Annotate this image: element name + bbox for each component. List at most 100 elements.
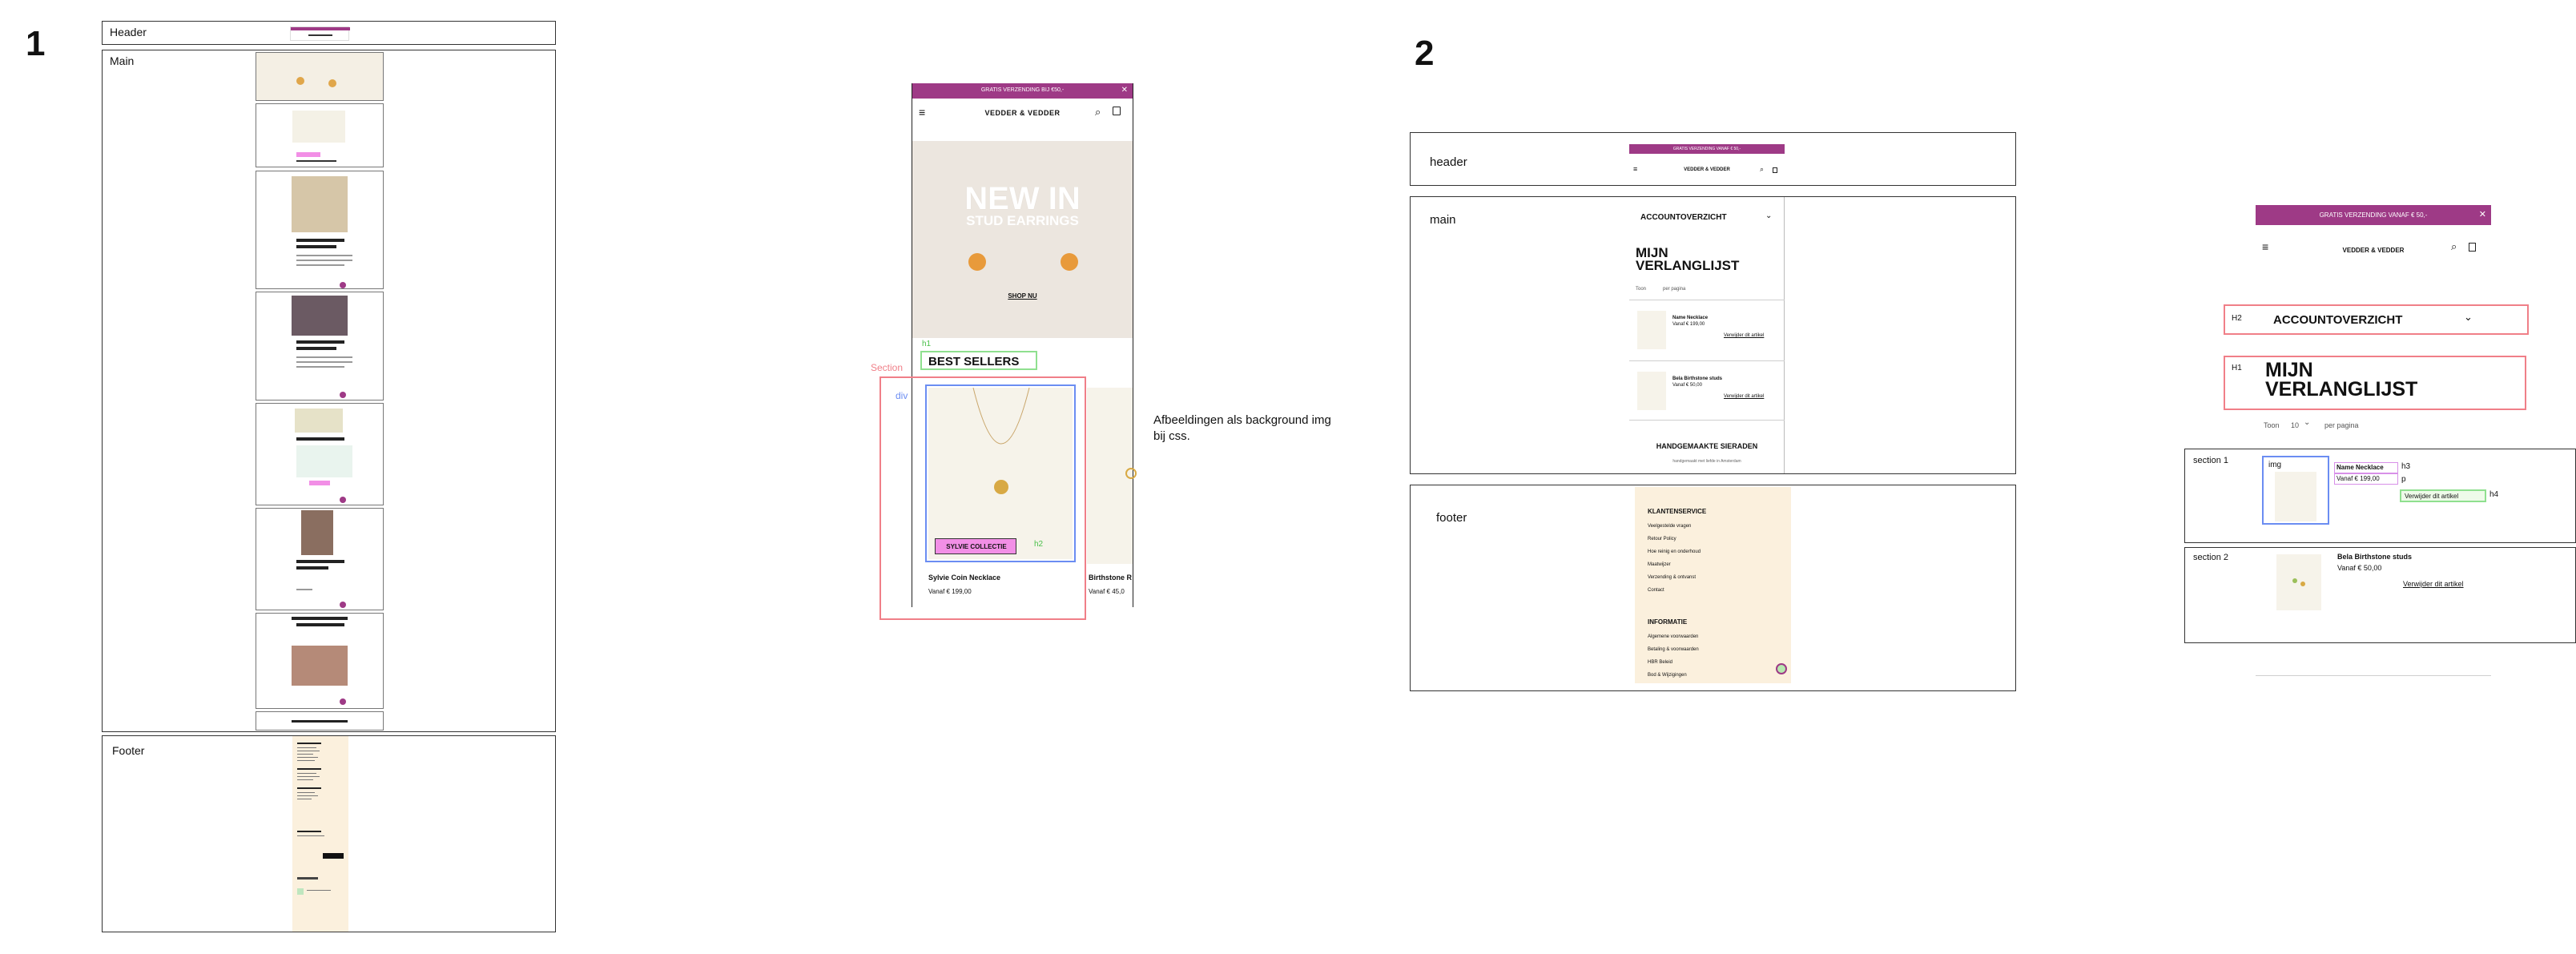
- main-thumb-bestsellers: [256, 103, 384, 167]
- footer2-service-5[interactable]: Contact: [1648, 588, 1664, 593]
- hero-banner: NEW IN STUD EARRINGS SHOP NU: [912, 141, 1133, 338]
- detail-item2-remove[interactable]: Verwijder dit artikel: [2403, 580, 2464, 588]
- header2-bag-icon[interactable]: [1773, 167, 1777, 173]
- wireframe2-header-box: header GRATIS VERZENDING VANAF € 50,- ≡ …: [1410, 132, 2016, 186]
- main2-handmade: HANDGEMAAKTE SIERADEN: [1656, 442, 1758, 450]
- shop-now-link[interactable]: SHOP NU: [912, 292, 1133, 300]
- footer2-info-heading: INFORMATIE: [1648, 618, 1688, 626]
- main-thumb-story-1: [256, 171, 384, 289]
- section-annotation-box: [879, 376, 1086, 620]
- search-icon[interactable]: ⌕: [1095, 106, 1101, 119]
- h4-tag: h4: [2489, 490, 2499, 499]
- earring-left: [968, 253, 986, 271]
- header2-label: header: [1430, 155, 1467, 169]
- site-header: ≡ VEDDER & VEDDER ⌕: [912, 99, 1133, 128]
- wireframe2-footer-box: footer KLANTENSERVICE Veelgestelde vrage…: [1410, 485, 2016, 691]
- detail-toon-select[interactable]: 10: [2291, 421, 2299, 429]
- header-label: Header: [110, 26, 147, 38]
- wireframe-footer-box: Footer: [102, 735, 556, 932]
- footer2-service-2[interactable]: Hoe reinig en onderhoud: [1648, 549, 1701, 554]
- section-number-1: 1: [26, 24, 46, 63]
- main-thumb-story-5: [256, 613, 384, 709]
- note-line-1: Afbeeldingen als background img: [1153, 413, 1331, 427]
- main2-mobile: ACCOUNTOVERZICHT ⌄ MIJN VERLANGLIJST Too…: [1629, 197, 1785, 473]
- main2-item1-image: [1637, 311, 1666, 349]
- detail-remove-box: Verwijder dit artikel: [2400, 489, 2486, 502]
- detail-chevron-icon[interactable]: ⌄: [2464, 311, 2473, 324]
- footer2-service-4[interactable]: Verzending & ontvanst: [1648, 575, 1696, 580]
- best-sellers-heading-box: BEST SELLERS: [920, 351, 1037, 370]
- wireframe-header-box: Header: [102, 21, 556, 45]
- detail-item1-name[interactable]: Name Necklace: [2337, 464, 2384, 471]
- main-thumb-story-6: [256, 711, 384, 731]
- detail-per-page: per pagina: [2324, 421, 2359, 429]
- detail-close-icon[interactable]: ✕: [2479, 209, 2486, 219]
- wireframe2-main-box: main ACCOUNTOVERZICHT ⌄ MIJN VERLANGLIJS…: [1410, 196, 2016, 474]
- bag-icon[interactable]: [1113, 107, 1121, 115]
- best-sellers-heading: BEST SELLERS: [928, 355, 1020, 368]
- main2-item2-remove[interactable]: Verwijder dit artikel: [1724, 394, 1764, 399]
- main2-item2-price: Vanaf € 50,00: [1672, 383, 1702, 388]
- p-tag: p: [2401, 475, 2406, 484]
- detail-img-box: img: [2262, 456, 2329, 525]
- header2-promo-bar: GRATIS VERZENDING VANAF € 50,-: [1629, 144, 1785, 154]
- footer2-service-heading: KLANTENSERVICE: [1648, 508, 1707, 515]
- footer2-service-1[interactable]: Retour Policy: [1648, 537, 1676, 541]
- detail-promo-text: GRATIS VERZENDING VANAF € 50,-: [2319, 211, 2428, 219]
- main-thumb-story-2: [256, 292, 384, 401]
- footer2-chat-icon[interactable]: [1776, 663, 1787, 674]
- footer2-info-2[interactable]: HBR Beleid: [1648, 660, 1672, 665]
- promo-text: GRATIS VERZENDING BIJ €50,-: [980, 87, 1065, 93]
- detail-item2-name[interactable]: Bela Birthstone studs: [2337, 553, 2412, 561]
- footer2-info-0[interactable]: Algemene voorwaarden: [1648, 634, 1698, 639]
- footer2-info-1[interactable]: Betaling & voorwaarden: [1648, 647, 1699, 652]
- div-annotation-label: div: [896, 390, 908, 401]
- main2-title-2: VERLANGLIJST: [1636, 258, 1740, 273]
- detail-promo-bar: GRATIS VERZENDING VANAF € 50,- ✕: [2256, 205, 2491, 225]
- earring-right: [1061, 253, 1078, 271]
- detail-item1-image: [2275, 472, 2316, 521]
- main2-chevron-icon[interactable]: ⌄: [1765, 211, 1772, 220]
- header2-search-icon[interactable]: ⌕: [1760, 165, 1764, 174]
- detail-h1-box: H1 MIJN VERLANGLIJST: [2224, 356, 2526, 410]
- footer-label: Footer: [112, 744, 145, 757]
- detail-search-icon[interactable]: ⌕: [2451, 240, 2457, 253]
- main2-per-page: per pagina: [1663, 287, 1686, 292]
- main2-item2-name[interactable]: Bela Birthstone studs: [1672, 376, 1722, 381]
- main-thumb-story-3: [256, 403, 384, 505]
- hero-title: NEW IN: [964, 181, 1081, 216]
- main2-item1-name[interactable]: Name Necklace: [1672, 316, 1708, 320]
- promo-bar: GRATIS VERZENDING BIJ €50,- ✕: [912, 83, 1133, 99]
- section-2-label: section 2: [2193, 553, 2229, 562]
- detail-bottom-divider: [2256, 675, 2491, 676]
- main2-item1-remove[interactable]: Verwijder dit artikel: [1724, 333, 1764, 338]
- h1-annotation: h1: [922, 340, 932, 348]
- detail-bag-icon[interactable]: [2469, 243, 2476, 252]
- main2-handmade-sub: handgemaakt met liefde in Amsterdam: [1672, 459, 1741, 464]
- main2-toon: Toon: [1636, 287, 1647, 292]
- footer2-info-3[interactable]: Bod & Wijzigingen: [1648, 673, 1687, 678]
- detail-item1-remove[interactable]: Verwijder dit artikel: [2405, 493, 2458, 500]
- detail-toon-chevron-icon[interactable]: ⌄: [2304, 418, 2310, 427]
- footer2-mobile: KLANTENSERVICE Veelgestelde vragen Retou…: [1635, 487, 1791, 683]
- detail-title-2: VERLANGLIJST: [2265, 378, 2418, 401]
- detail-account[interactable]: ACCOUNTOVERZICHT: [2273, 313, 2402, 327]
- detail-item2-price: Vanaf € 50,00: [2337, 564, 2382, 572]
- detail-section-2: section 2 Bela Birthstone studs Vanaf € …: [2184, 547, 2576, 643]
- main2-account[interactable]: ACCOUNTOVERZICHT: [1640, 213, 1727, 222]
- close-icon[interactable]: ✕: [1121, 86, 1128, 95]
- detail-section-1: section 1 img Name Necklace h3 Vanaf € 1…: [2184, 449, 2576, 543]
- main-thumb-story-4: [256, 508, 384, 610]
- main-thumb-hero: [256, 52, 384, 101]
- footer2-service-3[interactable]: Maatwijzer: [1648, 562, 1671, 567]
- header2-promo-text: GRATIS VERZENDING VANAF € 50,-: [1672, 147, 1741, 151]
- section-annotation-label: Section: [871, 362, 904, 373]
- product-2-name[interactable]: Birthstone R: [1089, 574, 1132, 582]
- main2-label: main: [1430, 213, 1456, 227]
- product-card-2[interactable]: [1087, 388, 1137, 564]
- detail-item1-name-box: Name Necklace: [2334, 462, 2398, 473]
- detail-toon: Toon: [2264, 421, 2280, 429]
- detail-item1-price: Vanaf € 199,00: [2337, 475, 2380, 482]
- footer2-service-0[interactable]: Veelgestelde vragen: [1648, 524, 1691, 529]
- main-label: Main: [110, 54, 135, 67]
